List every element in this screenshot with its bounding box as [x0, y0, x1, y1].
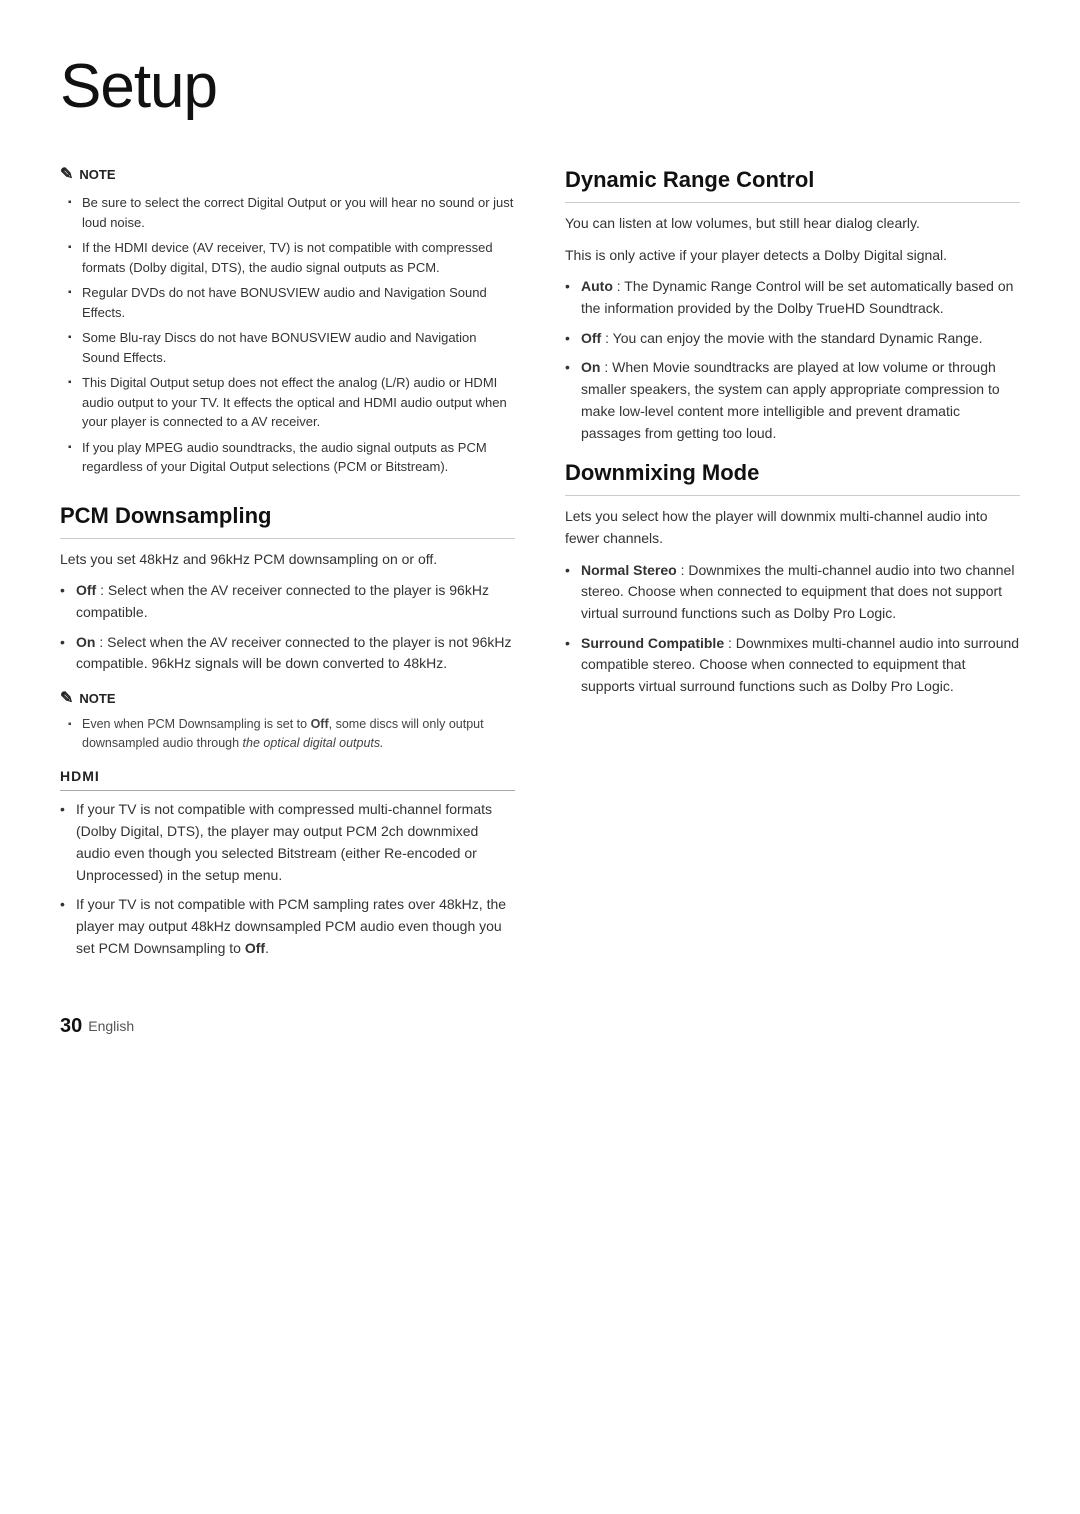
downmixing-title: Downmixing Mode [565, 456, 1020, 496]
page-title: Setup [60, 40, 1020, 133]
pcm-sub-note-icon: ✎ [60, 687, 73, 711]
pcm-bullet-on: On : Select when the AV receiver connect… [60, 632, 515, 675]
pcm-sub-note-text: NOTE [79, 689, 115, 709]
dynamic-range-desc1: You can listen at low volumes, but still… [565, 213, 1020, 235]
note-item-1: Be sure to select the correct Digital Ou… [68, 193, 515, 232]
downmix-bullet-normal: Normal Stereo : Downmixes the multi-chan… [565, 560, 1020, 625]
page-number: 30 [60, 1011, 82, 1041]
note-icon: ✎ [60, 163, 73, 187]
pcm-sub-note-list: Even when PCM Downsampling is set to Off… [60, 715, 515, 753]
note-item-6: If you play MPEG audio soundtracks, the … [68, 438, 515, 477]
note-item-2: If the HDMI device (AV receiver, TV) is … [68, 238, 515, 277]
downmixing-bullet-list: Normal Stereo : Downmixes the multi-chan… [565, 560, 1020, 698]
drc-bullet-off: Off : You can enjoy the movie with the s… [565, 328, 1020, 350]
top-note-block: ✎ NOTE Be sure to select the correct Dig… [60, 163, 515, 477]
dynamic-range-bullet-list: Auto : The Dynamic Range Control will be… [565, 276, 1020, 444]
note-label: ✎ NOTE [60, 163, 515, 187]
note-label-text: NOTE [79, 165, 115, 185]
drc-bullet-auto: Auto : The Dynamic Range Control will be… [565, 276, 1020, 319]
left-column: ✎ NOTE Be sure to select the correct Dig… [60, 163, 515, 971]
pcm-bullet-list: Off : Select when the AV receiver connec… [60, 580, 515, 675]
note-item-5: This Digital Output setup does not effec… [68, 373, 515, 432]
note-list: Be sure to select the correct Digital Ou… [60, 193, 515, 477]
downmix-bullet-surround: Surround Compatible : Downmixes multi-ch… [565, 633, 1020, 698]
hdmi-bullet-list: If your TV is not compatible with compre… [60, 799, 515, 959]
note-item-3: Regular DVDs do not have BONUSVIEW audio… [68, 283, 515, 322]
drc-bullet-on: On : When Movie soundtracks are played a… [565, 357, 1020, 444]
dynamic-range-section: Dynamic Range Control You can listen at … [565, 163, 1020, 444]
downmixing-desc: Lets you select how the player will down… [565, 506, 1020, 549]
pcm-section-title: PCM Downsampling [60, 499, 515, 539]
note-item-4: Some Blu-ray Discs do not have BONUSVIEW… [68, 328, 515, 367]
hdmi-bullet-1: If your TV is not compatible with compre… [60, 799, 515, 886]
right-column: Dynamic Range Control You can listen at … [565, 163, 1020, 971]
hdmi-label: HDMI [60, 766, 515, 791]
hdmi-section: HDMI If your TV is not compatible with c… [60, 766, 515, 959]
pcm-section-desc: Lets you set 48kHz and 96kHz PCM downsam… [60, 549, 515, 571]
page-footer: 30 English [60, 1011, 1020, 1041]
downmixing-section: Downmixing Mode Lets you select how the … [565, 456, 1020, 698]
dynamic-range-desc2: This is only active if your player detec… [565, 245, 1020, 267]
hdmi-bullet-2: If your TV is not compatible with PCM sa… [60, 894, 515, 959]
pcm-sub-note-item: Even when PCM Downsampling is set to Off… [68, 715, 515, 753]
pcm-sub-note-label: ✎ NOTE [60, 687, 515, 711]
dynamic-range-title: Dynamic Range Control [565, 163, 1020, 203]
pcm-bullet-off: Off : Select when the AV receiver connec… [60, 580, 515, 623]
page-lang: English [88, 1016, 134, 1037]
pcm-section: PCM Downsampling Lets you set 48kHz and … [60, 499, 515, 753]
